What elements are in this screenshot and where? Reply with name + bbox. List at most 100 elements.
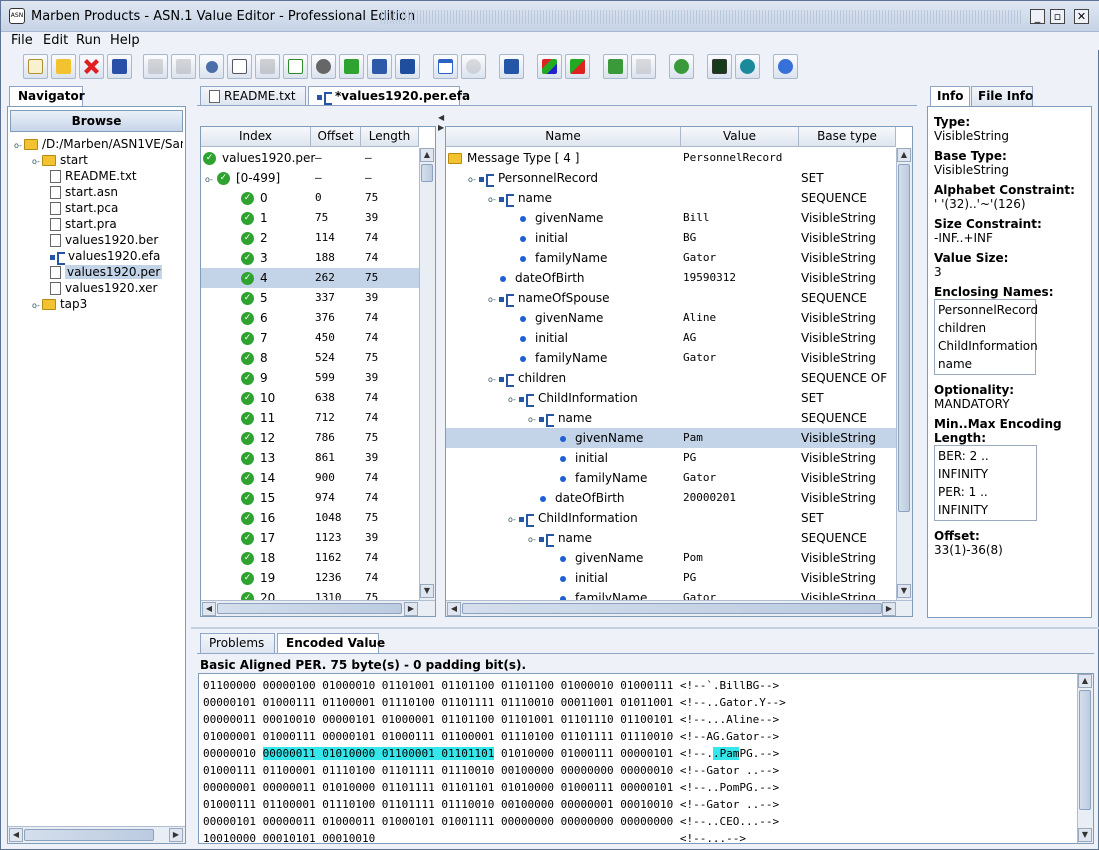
shapes-swap-button[interactable] [565,54,590,79]
horizontal-splitter[interactable] [191,627,1099,629]
tree-row[interactable]: dateOfBirth 19590312 VisibleString [446,268,896,288]
expand-toggle-icon[interactable]: o- [468,175,476,184]
tab-file-info[interactable]: File Info [971,86,1033,106]
tree-node[interactable]: o- /D:/Marben/ASN1VE/Sample [10,136,183,152]
table-row[interactable]: ✓ 2 114 74 [201,228,419,248]
tree-row[interactable]: o-nameOfSpouse SEQUENCE [446,288,896,308]
scroll-up-icon[interactable]: ▲ [897,148,911,162]
tree-row[interactable]: familyName Gator VisibleString [446,348,896,368]
table-row[interactable]: ✓ values1920.per – – [201,148,419,168]
tree-row[interactable]: Message Type [ 4 ] PersonnelRecord [446,148,896,168]
import-button[interactable] [283,54,308,79]
cut-button[interactable] [199,54,224,79]
table-row[interactable]: ✓ 3 188 74 [201,248,419,268]
index-hscroll-thumb[interactable] [217,603,402,614]
table-row[interactable]: ✓ 8 524 75 [201,348,419,368]
column-name[interactable]: Name [446,127,681,147]
save-button[interactable] [107,54,132,79]
table-row[interactable]: ✓ 16 1048 75 [201,508,419,528]
scroll-down-icon[interactable]: ▼ [1078,828,1092,842]
table-row[interactable]: ✓ 10 638 74 [201,388,419,408]
copy-button[interactable] [227,54,252,79]
menu-run[interactable]: Run [76,33,101,48]
tree-node[interactable]: o-tap3 [10,296,183,312]
expand-toggle-icon[interactable]: o- [508,515,516,524]
table-row[interactable]: ✓ 1 75 39 [201,208,419,228]
table-row[interactable]: ✓ 18 1162 74 [201,548,419,568]
table-row[interactable]: ✓ 15 974 74 [201,488,419,508]
navigator-hscroll-thumb[interactable] [24,829,154,841]
settings-button[interactable] [461,54,486,79]
redo-button[interactable] [171,54,196,79]
tab-readme[interactable]: README.txt [200,86,306,106]
tree-row[interactable]: o- PersonnelRecord SET [446,168,896,188]
open-folder-button[interactable] [51,54,76,79]
tree-row[interactable]: givenName Pom VisibleString [446,548,896,568]
expand-toggle-icon[interactable]: o- [528,415,536,424]
menu-file[interactable]: File [11,33,33,48]
table-row[interactable]: ✓ 12 786 75 [201,428,419,448]
table-row[interactable]: ✓ 20 1310 75 [201,588,419,600]
table-row[interactable]: ✓ 5 337 39 [201,288,419,308]
table-row[interactable]: ✓ 4 262 75 [201,268,419,288]
menu-help[interactable]: Help [110,33,140,48]
expand-toggle-icon[interactable]: o- [528,535,536,544]
scroll-right-icon[interactable]: ▶ [404,602,418,616]
column-offset[interactable]: Offset [311,127,361,147]
tab-info[interactable]: Info [930,86,970,106]
table-row[interactable]: ✓ 7 450 74 [201,328,419,348]
tree-button[interactable] [499,54,524,79]
tree-row[interactable]: givenName Bill VisibleString [446,208,896,228]
table-row[interactable]: ✓ 11 712 74 [201,408,419,428]
encode-button[interactable] [339,54,364,79]
scroll-down-icon[interactable]: ▼ [897,584,911,598]
browse-button[interactable]: Browse [10,110,183,132]
tab-values-efa[interactable]: *values1920.per.efa [308,86,470,106]
splitter-left-icon[interactable]: ◀ [438,113,444,122]
window-button[interactable] [433,54,458,79]
search-button[interactable] [735,54,760,79]
expand-toggle-icon[interactable]: o- [32,301,40,310]
navigator-hscroll[interactable]: ◀ ▶ [8,826,185,843]
expand-toggle-icon[interactable]: o- [488,375,496,384]
expand-toggle-icon[interactable]: o- [14,141,22,150]
tree-row[interactable]: o- ChildInformation SET [446,508,896,528]
tree-row[interactable]: o- ChildInformation SET [446,388,896,408]
column-index[interactable]: Index [201,127,311,147]
tree-row[interactable]: o-name SEQUENCE [446,408,896,428]
menu-edit[interactable]: Edit [43,33,68,48]
tree-node[interactable]: values1920.xer [10,280,183,296]
tree-row[interactable]: o-children SEQUENCE OF [446,368,896,388]
download-button[interactable] [669,54,694,79]
index-hscroll[interactable]: ◀ ▶ [201,600,435,616]
value-vscroll-thumb[interactable] [898,164,910,512]
tree-node[interactable]: start.pra [10,216,183,232]
encoded-vscroll[interactable]: ▲ ▼ [1077,674,1093,843]
tab-problems[interactable]: Problems [200,633,275,653]
scroll-right-icon[interactable]: ▶ [882,602,896,616]
index-vscroll[interactable]: ▲ ▼ [419,148,435,600]
monitor-button[interactable] [707,54,732,79]
minimize-icon[interactable]: _ [1030,9,1045,24]
table-row[interactable]: ✓ 6 376 74 [201,308,419,328]
close-icon[interactable]: ✕ [1074,9,1089,24]
encoded-vscroll-thumb[interactable] [1079,690,1091,810]
table-row[interactable]: ✓ 14 900 74 [201,468,419,488]
tree-node[interactable]: start.pca [10,200,183,216]
value-vscroll[interactable]: ▲ ▼ [896,148,912,600]
tree-row[interactable]: o-name SEQUENCE [446,528,896,548]
tab-encoded-value[interactable]: Encoded Value [277,633,385,653]
tree-row[interactable]: familyName Gator VisibleString [446,588,896,600]
expand-toggle-icon[interactable]: o- [205,175,213,184]
expand-toggle-icon[interactable]: o- [488,195,496,204]
value-hscroll[interactable]: ◀ ▶ [446,600,912,616]
tree-row[interactable]: initial PG VisibleString [446,568,896,588]
tree-node[interactable]: start.asn [10,184,183,200]
undo-button[interactable] [143,54,168,79]
tree-node[interactable]: values1920.efa [10,248,183,265]
maximize-icon[interactable]: ▫ [1050,9,1065,24]
tree-row[interactable]: familyName Gator VisibleString [446,248,896,268]
tree-node[interactable]: o-start [10,152,183,168]
delete-button[interactable] [79,54,104,79]
tree-row[interactable]: initial AG VisibleString [446,328,896,348]
